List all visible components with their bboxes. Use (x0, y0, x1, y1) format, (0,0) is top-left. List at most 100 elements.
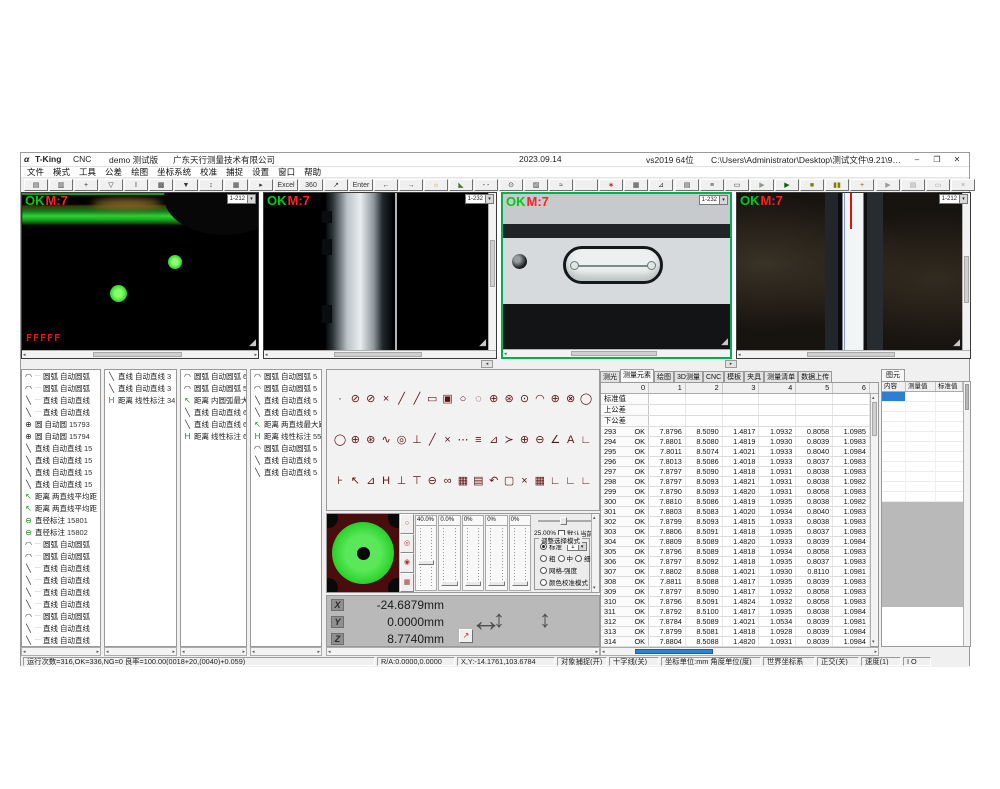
table-row[interactable]: 310OK7.87968.50911.48241.09320.80581.098… (601, 597, 870, 607)
tool-icon[interactable]: ⊛ (502, 393, 516, 405)
tool-icon[interactable]: ∟ (564, 475, 578, 487)
element-row[interactable] (882, 492, 970, 502)
slider-thumb[interactable] (441, 581, 457, 586)
tool-icon[interactable]: ⋯ (456, 434, 470, 446)
tool-icon[interactable]: ≡ (471, 434, 485, 446)
tool-icon[interactable]: × (441, 434, 455, 446)
radio-standard[interactable] (540, 543, 547, 550)
list-item[interactable]: ╲···直线自动直线 (22, 562, 100, 574)
radio-color[interactable] (540, 579, 547, 586)
element-row[interactable] (882, 432, 970, 442)
table-row[interactable]: 313OK7.87998.50811.48181.09280.80391.098… (601, 627, 870, 637)
ring-light-indicator[interactable] (327, 514, 399, 592)
toolbar-button-autofocus[interactable]: ↕ (199, 179, 223, 191)
list-item[interactable]: ◠···圆弧自动圆弧 (22, 382, 100, 394)
camera-2-hscrollbar[interactable]: ◂ (264, 350, 496, 358)
tool-icon[interactable]: ╱ (410, 393, 424, 405)
camera-3-hscrollbar[interactable]: ◂ (503, 349, 730, 357)
minimize-button[interactable]: – (909, 153, 925, 166)
list-item[interactable]: ⊕圆自动圆15794 (22, 430, 100, 442)
maximize-button[interactable]: ❐ (929, 153, 945, 166)
slider-track[interactable] (463, 526, 483, 590)
list-item[interactable]: ↖距离两直线平均距 (22, 502, 100, 514)
list-item[interactable]: ⊖直径标注15802 (22, 526, 100, 538)
scroll-right-icon[interactable]: ▸ (172, 649, 175, 655)
tool-icon[interactable]: ▤ (471, 475, 485, 487)
tool-icon[interactable]: ╱ (425, 434, 439, 446)
element-row[interactable] (882, 472, 970, 482)
camera-view-1[interactable]: FFFFF OKM:7 1-212 ▾ ◢ ◂ ▸ (21, 192, 259, 359)
menu-item[interactable]: 绘图 (131, 166, 148, 178)
table-row-special[interactable]: 上公差 (601, 405, 870, 416)
toolbar-button-tools[interactable]: + (850, 179, 874, 191)
scroll-left-icon[interactable]: ◂ (504, 351, 507, 357)
tool-icon[interactable]: ⊕ (487, 393, 501, 405)
toolbar-button-magnifier[interactable]: ⊙ (499, 179, 523, 191)
tool-icon[interactable]: ⊖ (425, 475, 439, 487)
scroll-right-icon[interactable]: ▸ (254, 352, 257, 358)
radio-coarse[interactable] (540, 555, 547, 562)
resize-corner-icon[interactable]: ◢ (953, 337, 960, 348)
light-channel-button[interactable]: ◉ (400, 553, 414, 573)
menu-item[interactable]: 帮助 (304, 166, 321, 178)
scroll-left-icon[interactable]: ◂ (182, 649, 185, 655)
slider-thumb[interactable] (560, 517, 567, 525)
slider-thumb[interactable] (465, 581, 481, 586)
tool-icon[interactable]: ⊘ (348, 393, 362, 405)
tool-icon[interactable]: ∟ (548, 475, 562, 487)
grid-vscrollbar[interactable]: ▴ ▾ (870, 394, 878, 646)
table-row-special[interactable]: 标准值 (601, 394, 870, 405)
list-item[interactable]: ╲直线自动直线15 (22, 466, 100, 478)
list-item[interactable]: H距离线性标注34 (105, 394, 176, 406)
list-item[interactable]: ◠圆弧自动圆弧6 (181, 370, 246, 382)
toolbar-button-enter[interactable]: Enter (349, 179, 373, 191)
list-item[interactable]: ╲直线自动直线5 (251, 454, 321, 466)
table-row[interactable]: 308OK7.88118.50881.48171.09350.80391.098… (601, 577, 870, 587)
tool-icon[interactable]: ⊿ (364, 475, 378, 487)
camera-1-image[interactable]: FFFFF (22, 193, 258, 350)
scroll-left-icon[interactable]: ◂ (252, 649, 255, 655)
table-row[interactable]: 299OK7.87908.50931.48201.09310.80581.098… (601, 487, 870, 497)
menu-item[interactable]: 坐标系统 (157, 166, 191, 178)
list-item[interactable]: ╲···直线自动直线 (22, 394, 100, 406)
scroll-thumb[interactable] (807, 352, 896, 357)
toolbar-button-edge-tool[interactable]: I (124, 179, 148, 191)
table-row[interactable]: 302OK7.87998.50931.48151.09330.80381.098… (601, 517, 870, 527)
toolbar-button-close-2[interactable]: × (951, 179, 975, 191)
toolbar-button-pointer[interactable]: ▸ (249, 179, 273, 191)
scroll-right-icon[interactable]: ▸ (96, 649, 99, 655)
tool-icon[interactable]: H (379, 475, 393, 487)
toolbar-button-run-2[interactable]: ▶ (876, 179, 900, 191)
toolbar-button-stage-origin[interactable]: + (74, 179, 98, 191)
table-row[interactable]: 312OK7.87848.50891.40211.05340.80391.098… (601, 617, 870, 627)
list-1-hscrollbar[interactable]: ◂▸ (21, 647, 101, 656)
scroll-thumb[interactable] (964, 256, 969, 303)
list-item[interactable]: ◠···圆弧自动圆弧 (22, 370, 100, 382)
tool-icon[interactable]: ⊛ (364, 434, 378, 446)
toolbar-button-light[interactable]: ☼ (424, 179, 448, 191)
element-row[interactable] (882, 462, 970, 472)
camera-3-range-dropdown[interactable]: 1-232 ▾ (699, 195, 728, 205)
toolbar-button-graph[interactable]: ⊿ (649, 179, 673, 191)
table-row[interactable]: 305OK7.87968.50891.48181.09340.80581.098… (601, 547, 870, 557)
tool-icon[interactable]: × (518, 475, 532, 487)
toolbar-button-probe-down[interactable]: ▼ (174, 179, 198, 191)
list-item[interactable]: ╲···直线自动直线 (22, 622, 100, 634)
menu-item[interactable]: 文件 (27, 166, 44, 178)
menu-item[interactable]: 设置 (252, 166, 269, 178)
tool-icon[interactable]: ⊥ (410, 434, 424, 446)
splitter-collapse-button[interactable]: ▸ (725, 360, 737, 368)
scroll-right-icon[interactable]: ▸ (242, 649, 245, 655)
list-item[interactable]: ╲···直线自动直线 (22, 634, 100, 646)
toolbar-button-save-run[interactable]: ▤ (675, 179, 699, 191)
toolbar-button-blank[interactable] (574, 179, 598, 191)
scroll-right-icon[interactable]: ▸ (874, 649, 877, 655)
z-jog-icon[interactable]: ↕ (539, 600, 551, 640)
table-row[interactable]: 293OK7.87968.50901.48171.09320.80581.098… (601, 427, 870, 437)
scroll-thumb[interactable] (93, 352, 183, 357)
list-item[interactable]: ◠圆弧自动圆弧5 (251, 370, 321, 382)
tool-icon[interactable]: ◎ (395, 434, 409, 446)
toolbar-button-stop[interactable]: ■ (800, 179, 824, 191)
chevron-down-icon[interactable]: ▾ (485, 195, 493, 203)
list-4-hscrollbar[interactable]: ◂▸ (250, 647, 322, 656)
